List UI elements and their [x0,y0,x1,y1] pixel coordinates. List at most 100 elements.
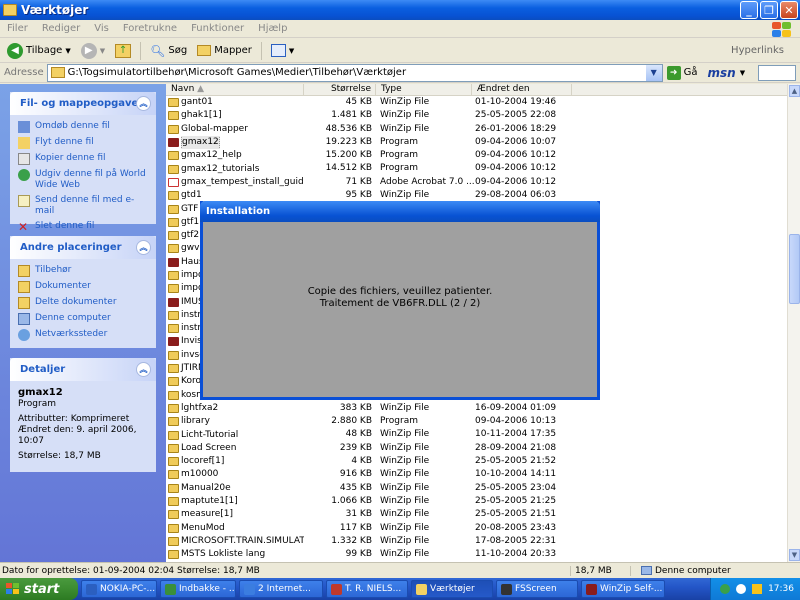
file-modified: 17-08-2005 22:31 [475,535,557,546]
tray-app-icon[interactable] [720,584,731,594]
taskbar-item[interactable]: FSScreen [496,580,578,598]
place-network[interactable]: Netværkssteder [18,329,148,341]
go-arrow-icon[interactable]: ➜ [666,65,681,80]
file-row[interactable]: gmax_tempest_install_guide 71 KB Adobe Acr… [166,176,787,189]
file-row[interactable]: lghtfxa2 383 KB WinZip File 16-09-2004 01:0… [166,402,787,415]
window-title-bar[interactable]: Værktøjer _ ❐ ✕ [0,0,800,20]
vertical-scrollbar[interactable]: ▲ ▼ [787,84,800,562]
details-header[interactable]: Detaljer ︽ [10,358,156,381]
chevron-down-icon[interactable]: ▼ [289,47,294,55]
place-my-computer[interactable]: Denne computer [18,313,148,325]
task-rename[interactable]: Omdøb denne fil [18,121,148,133]
task-label: Udgiv denne fil på World Wide Web [35,169,146,190]
file-tasks-header[interactable]: Fil- og mappeopgaver ︽ [10,92,156,115]
tray-eye-icon[interactable] [736,584,747,594]
file-row[interactable]: gmax12 19.223 KB Program 09-04-2006 10:07 [166,135,787,150]
go-button[interactable]: Gå [684,67,698,78]
task-email[interactable]: Send denne fil med e-mail [18,195,148,217]
search-button[interactable]: 🔍︎ Søg [147,41,190,61]
taskbar-item[interactable]: Værktøjer [411,580,493,598]
taskbar-item[interactable]: Indbakke - ... [160,580,236,598]
menu-edit[interactable]: Rediger [35,23,87,34]
file-row[interactable]: MenuMod 117 KB WinZip File 20-08-2005 23:43 [166,522,787,535]
scroll-down-icon[interactable]: ▼ [789,549,800,561]
minimize-button[interactable]: _ [740,1,758,19]
file-row[interactable]: gmax12_tutorials 14.512 KB Program 09-04-20… [166,162,787,175]
task-move[interactable]: Flyt denne fil [18,137,148,149]
folder-icon [18,297,30,309]
taskbar-item[interactable]: 2 Internet... [239,580,323,598]
file-row[interactable]: MICROSOFT.TRAIN.SIMULAT... 1.332 KB WinZip… [166,535,787,548]
file-row[interactable]: gant01 45 KB WinZip File 01-10-2004 19:46 [166,96,787,109]
column-type[interactable]: Type [376,84,472,95]
address-input[interactable]: G:\Togsimulatortilbehør\Microsoft Games\… [46,63,663,82]
views-button[interactable]: ▼ [268,41,297,61]
file-row[interactable]: Global-mapper 48.536 KB WinZip File 26-01-2… [166,123,787,136]
taskbar-item[interactable]: NOKIA-PC-... [81,580,157,598]
file-type: WinZip File [380,442,430,453]
taskbar-item[interactable]: T. R. NIELS... [326,580,408,598]
close-button[interactable]: ✕ [780,1,798,19]
other-places-header[interactable]: Andre placeringer ︽ [10,236,156,259]
file-size: 117 KB [339,522,372,533]
up-folder-button[interactable]: ↑ [112,41,134,61]
file-row[interactable]: Load Screen 239 KB WinZip File 28-09-2004 2… [166,442,787,455]
forward-button[interactable]: ▶ ▼ [78,41,108,61]
scroll-thumb[interactable] [789,234,800,304]
place-shared-documents[interactable]: Delte dokumenter [18,297,148,309]
file-type: Program [380,136,418,147]
file-type: WinZip File [380,482,430,493]
msn-search-input[interactable] [758,65,796,81]
taskbar-item[interactable]: WinZip Self-... [581,580,665,598]
file-size: 15.200 KB [325,150,372,161]
file-icon [168,417,179,427]
file-row[interactable]: measure[1] 31 KB WinZip File 25-05-2005 21:… [166,508,787,521]
file-row[interactable]: m10000 916 KB WinZip File 10-10-2004 14:11 [166,468,787,481]
chevron-down-icon[interactable]: ▼ [65,47,70,55]
maximize-button[interactable]: ❐ [760,1,778,19]
column-size[interactable]: Størrelse [304,84,376,95]
file-row[interactable]: gmax12_help 15.200 KB Program 09-04-2006 10… [166,149,787,162]
start-label: start [24,581,60,597]
file-row[interactable]: maptute1[1] 1.066 KB WinZip File 25-05-2005… [166,495,787,508]
menu-favorites[interactable]: Foretrukne [116,23,184,34]
collapse-icon[interactable]: ︽ [136,96,151,111]
file-modified: 09-04-2006 10:07 [475,136,557,147]
place-tilbehor[interactable]: Tilbehør [18,265,148,277]
file-row[interactable]: locoref[1] 4 KB WinZip File 25-05-2005 21:5… [166,455,787,468]
back-button[interactable]: ◀ Tilbage ▼ [4,41,74,61]
scroll-up-icon[interactable]: ▲ [789,85,800,97]
file-type: Program [380,150,418,161]
details-name: gmax12 [18,387,63,398]
dialog-title-bar[interactable]: Installation [200,201,600,222]
task-delete[interactable]: ✕ Slet denne fil [18,221,148,233]
collapse-icon[interactable]: ︽ [136,240,151,255]
folders-button[interactable]: Mapper [194,41,255,61]
file-modified: 25-05-2005 21:25 [475,495,557,506]
menu-tools[interactable]: Funktioner [184,23,251,34]
place-documents[interactable]: Dokumenter [18,281,148,293]
menu-view[interactable]: Vis [87,23,116,34]
file-icon [168,483,179,493]
file-row[interactable]: Licht-Tutorial 48 KB WinZip File 10-11-2004… [166,428,787,441]
task-copy[interactable]: Kopier denne fil [18,153,148,165]
menu-file[interactable]: Filer [0,23,35,34]
hyperlinks-label[interactable]: Hyperlinks [731,45,784,56]
folder-icon [18,265,30,277]
column-modified[interactable]: Ændret den [472,84,572,95]
address-dropdown[interactable]: ▼ [645,64,662,81]
file-row[interactable]: MSTS Lokliste lang 99 KB WinZip File 11-10-… [166,548,787,561]
file-size: 1.332 KB [331,535,372,546]
collapse-icon[interactable]: ︽ [136,362,151,377]
tray-volume-icon[interactable] [752,584,763,594]
file-row[interactable]: library 2.880 KB Program 09-04-2006 10:13 [166,415,787,428]
file-row[interactable]: Manual20e 435 KB WinZip File 25-05-2005 23:… [166,482,787,495]
column-name[interactable]: Navn ▲ [166,84,304,95]
chevron-down-icon[interactable]: ▼ [100,47,105,55]
dialog-title: Installation [206,206,271,217]
file-row[interactable]: ghak1[1] 1.481 KB WinZip File 25-05-2005 22… [166,109,787,122]
start-button[interactable]: start [0,578,78,600]
chevron-down-icon[interactable]: ▼ [740,69,745,77]
menu-help[interactable]: Hjælp [251,23,294,34]
task-publish[interactable]: Udgiv denne fil på World Wide Web [18,169,148,191]
